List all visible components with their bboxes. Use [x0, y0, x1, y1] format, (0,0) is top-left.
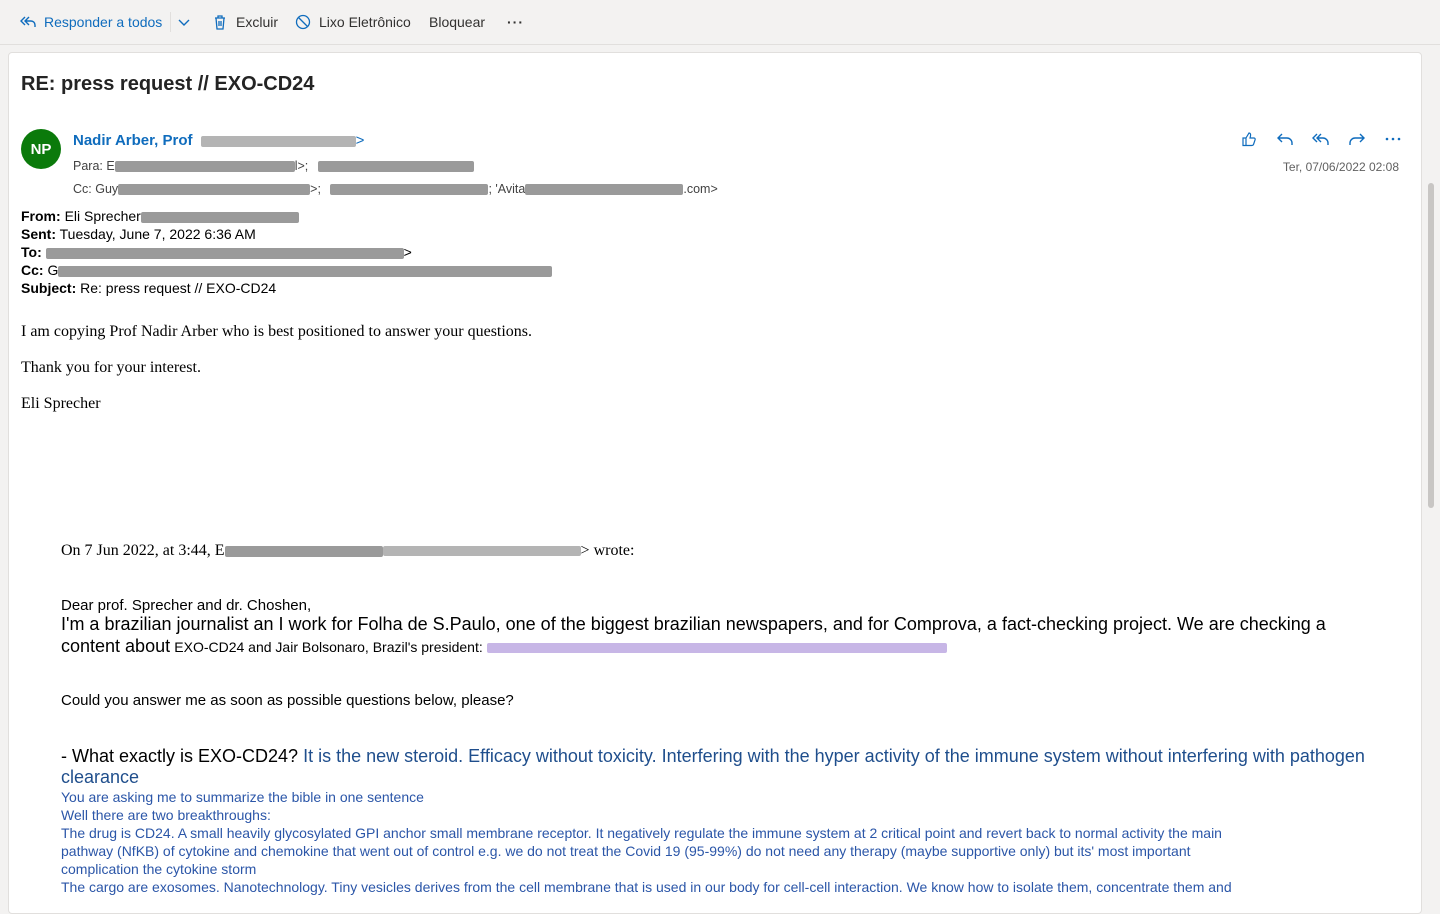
fwd-to-end: >: [403, 244, 412, 260]
fwd-sent-label: Sent:: [21, 226, 56, 242]
answer-line-2: You are asking me to summarize the bible…: [61, 789, 424, 805]
delete-button[interactable]: Excluir: [212, 11, 278, 33]
block-label: Bloquear: [429, 14, 486, 30]
body-line-1: I am copying Prof Nadir Arber who is bes…: [21, 323, 533, 340]
fwd-subject-label: Subject:: [21, 280, 77, 296]
quote-p1b-big: content about: [61, 636, 171, 656]
fwd-cc-value: G: [47, 262, 59, 278]
reply-options-dropdown[interactable]: [177, 11, 199, 33]
forward-button[interactable]: [1347, 129, 1367, 149]
block-button[interactable]: Bloquear: [429, 11, 485, 33]
more-icon: ···: [507, 14, 524, 30]
answer-line-4: The drug is CD24. A small heavily glycos…: [61, 825, 1222, 841]
redacted-recipient: [525, 184, 684, 196]
command-bar: Responder a todos Excluir Lixo Eletrônic…: [0, 0, 1440, 45]
fwd-from: From: Eli Sprecher: [21, 208, 299, 224]
fwd-cc: Cc: G: [21, 262, 553, 278]
redacted-sender-email: [200, 135, 356, 147]
to-recipient-end: l>;: [294, 159, 309, 173]
cc-label: Cc:: [73, 182, 92, 196]
reply-all-button[interactable]: Responder a todos: [20, 11, 162, 33]
quote-question-intro: Could you answer me as soon as possible …: [61, 692, 514, 709]
toolbar-divider: [170, 12, 171, 32]
quote-paragraph-1-cont: content about EXO-CD24 and Jair Bolsonar…: [61, 636, 947, 657]
answer-line-7: The cargo are exosomes. Nanotechnology. …: [61, 879, 1232, 895]
answer-1-cont: clearance: [61, 767, 140, 787]
cc-recipient-end: >;: [310, 182, 321, 196]
answer-line-5: pathway (NfKB) of cytokine and chemokine…: [61, 843, 1191, 859]
reply-button[interactable]: [1275, 129, 1295, 149]
more-actions-button[interactable]: ···: [507, 11, 524, 33]
answer-line-6: complication the cytokine storm: [61, 861, 257, 877]
fwd-from-value: Eli Sprecher: [64, 208, 141, 224]
quote-intro-start: On 7 Jun 2022, at 3:44, E: [61, 542, 225, 559]
quote-intro-end: > wrote:: [580, 542, 635, 559]
fwd-to: To: >: [21, 244, 412, 260]
fwd-to-label: To:: [21, 244, 42, 260]
reply-all-label: Responder a todos: [44, 14, 163, 30]
scrollbar-thumb[interactable]: [1428, 183, 1434, 508]
more-icon: [1385, 137, 1401, 141]
cc-recipient-domain-end: .com>: [683, 182, 718, 196]
cc-recipient-start[interactable]: Guy: [95, 182, 118, 196]
like-button[interactable]: [1239, 129, 1259, 149]
message-actions: [1239, 129, 1403, 149]
chevron-down-icon: [178, 19, 190, 26]
reading-pane: RE: press request // EXO-CD24 NP Nadir A…: [8, 52, 1422, 914]
sender-name-text: Nadir Arber, Prof: [73, 132, 193, 149]
quote-p1b-small: EXO-CD24 and Jair Bolsonaro, Brazil's pr…: [174, 639, 483, 655]
reply-all-icon: [1312, 133, 1329, 145]
facebook-link[interactable]: [486, 639, 947, 656]
question-1-text: - What exactly is EXO-CD24?: [61, 746, 299, 766]
fwd-cc-label: Cc:: [21, 262, 44, 278]
reply-all-icon: [20, 16, 36, 27]
fwd-sent-value: Tuesday, June 7, 2022 6:36 AM: [59, 226, 256, 242]
to-recipient-start[interactable]: E: [106, 159, 114, 173]
quote-paragraph-1: I'm a brazilian journalist an I work for…: [61, 614, 1326, 634]
redacted-recipient: [317, 161, 474, 173]
redacted-recipient: [118, 184, 311, 196]
delete-label: Excluir: [236, 14, 279, 30]
block-circle-icon: [295, 14, 311, 30]
thumbs-up-icon: [1242, 132, 1256, 147]
redacted-recipient: [114, 161, 295, 173]
body-signature: Eli Sprecher: [21, 395, 101, 412]
answer-1-text: It is the new steroid. Efficacy without …: [303, 746, 1365, 766]
question-1: - What exactly is EXO-CD24? It is the ne…: [61, 746, 1365, 767]
fwd-subject: Subject: Re: press request // EXO-CD24: [21, 280, 276, 296]
junk-label: Lixo Eletrônico: [319, 14, 411, 30]
cc-separator: ;: [488, 182, 492, 196]
quote-intro: On 7 Jun 2022, at 3:44, E > wrote:: [61, 542, 634, 560]
answer-line-3: Well there are two breakthroughs:: [61, 807, 271, 823]
message-more-button[interactable]: [1383, 129, 1403, 149]
avatar[interactable]: NP: [21, 129, 61, 169]
trash-icon: [215, 15, 225, 30]
cc-recipients: Cc: Guy >; ; 'Avita .com>: [73, 182, 718, 196]
message-subject: RE: press request // EXO-CD24: [21, 73, 315, 95]
to-label: Para:: [73, 159, 103, 173]
quote-greeting: Dear prof. Sprecher and dr. Choshen,: [61, 597, 312, 614]
fwd-from-label: From:: [21, 208, 61, 224]
redacted-email-link[interactable]: [382, 542, 581, 559]
redacted-email: [140, 211, 299, 223]
redacted-recipient: [330, 184, 489, 196]
body-line-2: Thank you for your interest.: [21, 359, 201, 376]
fwd-subject-value: Re: press request // EXO-CD24: [80, 280, 277, 296]
reply-all-message-button[interactable]: [1311, 129, 1331, 149]
redacted-name: [224, 545, 383, 557]
redacted-email: [45, 247, 404, 259]
junk-button[interactable]: Lixo Eletrônico: [295, 11, 411, 33]
cc-recipient-avita[interactable]: 'Avita: [495, 182, 525, 196]
reply-icon: [1277, 133, 1293, 145]
to-recipients: Para: El>;: [73, 159, 474, 173]
sender-name[interactable]: Nadir Arber, Prof >: [73, 132, 364, 149]
fwd-sent: Sent: Tuesday, June 7, 2022 6:36 AM: [21, 226, 256, 242]
message-date: Ter, 07/06/2022 02:08: [1282, 160, 1399, 174]
forward-icon: [1349, 133, 1365, 145]
redacted-email: [58, 265, 553, 277]
